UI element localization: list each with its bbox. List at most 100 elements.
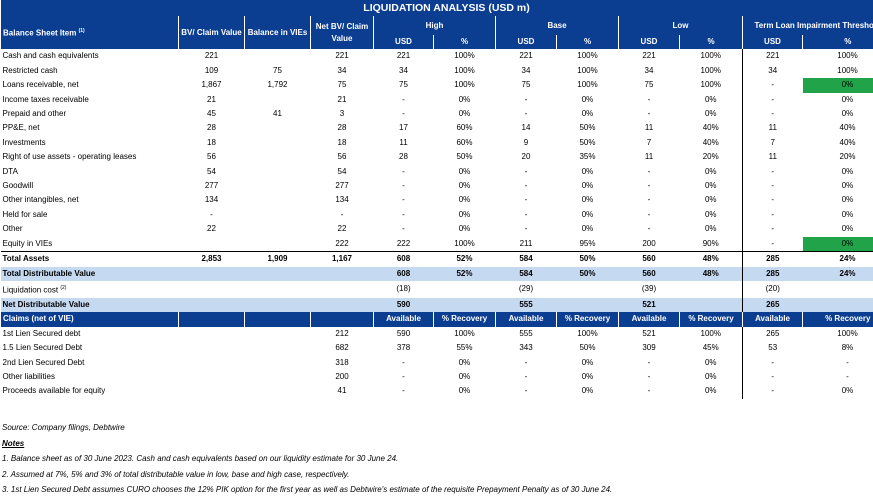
term-pct: 0% <box>803 93 873 107</box>
table-row: Cash and cash equivalents221221221100%22… <box>1 49 873 63</box>
claim-row: 2nd Lien Secured Debt318-0%-0%-0%-- <box>1 356 873 370</box>
table-row: Investments18181160%950%740%740% <box>1 136 873 150</box>
term-pct: 0% <box>803 165 873 179</box>
low-usd: 521 <box>619 298 680 312</box>
bv-value: - <box>179 208 245 222</box>
net-value: 1,167 <box>311 252 374 267</box>
bv-value: 18 <box>179 136 245 150</box>
bv-value: 109 <box>179 64 245 78</box>
col-header-pct: % <box>557 35 619 49</box>
low-usd: 34 <box>619 64 680 78</box>
term-usd: - <box>743 384 803 398</box>
base-pct: 0% <box>557 179 619 193</box>
low-pct: 0% <box>680 179 743 193</box>
term-pct: 0% <box>803 193 873 207</box>
high-usd: (18) <box>374 281 434 298</box>
bv-value <box>179 327 245 341</box>
vie-value: 1,792 <box>245 78 311 92</box>
base-usd: - <box>496 107 557 121</box>
term-pct: 100% <box>803 49 873 63</box>
base-usd: - <box>496 222 557 236</box>
low-pct: 90% <box>680 237 743 252</box>
bv-value <box>179 370 245 384</box>
available-header: Available <box>743 312 803 326</box>
term-pct: 100% <box>803 64 873 78</box>
col-header-net: Net BV/ Claim Value <box>311 16 374 49</box>
col-header-usd: USD <box>619 35 680 49</box>
term-pct: 40% <box>803 136 873 150</box>
vie-value <box>245 327 311 341</box>
row-label: PP&E, net <box>1 121 179 135</box>
liquidation-cost-row: Liquidation cost (2)(18)(29)(39)(20) <box>1 281 873 298</box>
term-usd: - <box>743 179 803 193</box>
low-usd: - <box>619 222 680 236</box>
low-pct: 100% <box>680 78 743 92</box>
col-header-low: Low <box>619 16 743 35</box>
high-pct: 0% <box>434 384 496 398</box>
high-usd: - <box>374 193 434 207</box>
high-pct: 100% <box>434 49 496 63</box>
col-header-bv: BV/ Claim Value <box>179 16 245 49</box>
row-label: Goodwill <box>1 179 179 193</box>
bv-value: 54 <box>179 165 245 179</box>
high-pct: 52% <box>434 252 496 267</box>
bv-value: 45 <box>179 107 245 121</box>
term-usd: 53 <box>743 341 803 355</box>
base-usd: - <box>496 208 557 222</box>
col-header-item: Balance Sheet Item (1) <box>1 16 179 49</box>
base-usd: - <box>496 165 557 179</box>
net-value: - <box>311 208 374 222</box>
net-value: 221 <box>311 49 374 63</box>
low-usd: 521 <box>619 327 680 341</box>
term-usd: - <box>743 93 803 107</box>
base-usd: 221 <box>496 49 557 63</box>
term-pct: 0% <box>803 222 873 236</box>
source-line: Source: Company filings, Debtwire <box>2 420 872 436</box>
net-value: 21 <box>311 93 374 107</box>
high-pct <box>434 281 496 298</box>
term-usd: - <box>743 356 803 370</box>
row-label: Other <box>1 222 179 236</box>
recovery-header: % Recovery <box>803 312 873 326</box>
net-distributable-row: Net Distributable Value590555521265 <box>1 298 873 312</box>
claim-row: Proceeds available for equity41-0%-0%-0%… <box>1 384 873 398</box>
term-usd: 11 <box>743 121 803 135</box>
col-header-vie: Balance in VIEs <box>245 16 311 49</box>
term-usd: - <box>743 165 803 179</box>
net-value: 318 <box>311 356 374 370</box>
total-assets-row: Total Assets2,8531,9091,16760852%58450%5… <box>1 252 873 267</box>
high-usd: - <box>374 107 434 121</box>
high-pct: 0% <box>434 370 496 384</box>
bv-value <box>179 341 245 355</box>
empty-cell <box>245 312 311 326</box>
claims-header-label: Claims (net of VIE) <box>1 312 179 326</box>
liquidation-table: LIQUIDATION ANALYSIS (USD m) Balance She… <box>0 0 873 399</box>
vie-value <box>245 222 311 236</box>
table-row: Other intangibles, net134134-0%-0%-0%-0% <box>1 193 873 207</box>
table-row: Loans receivable, net1,8671,7927575100%7… <box>1 78 873 92</box>
high-pct: 0% <box>434 165 496 179</box>
base-pct: 0% <box>557 165 619 179</box>
term-usd: - <box>743 208 803 222</box>
low-usd: 200 <box>619 237 680 252</box>
low-usd: 11 <box>619 121 680 135</box>
net-value <box>311 298 374 312</box>
base-usd: 211 <box>496 237 557 252</box>
high-pct: 55% <box>434 341 496 355</box>
table-row: Goodwill277277-0%-0%-0%-0% <box>1 179 873 193</box>
base-pct: 95% <box>557 237 619 252</box>
col-header-usd: USD <box>374 35 434 49</box>
low-pct: 0% <box>680 193 743 207</box>
base-pct: 100% <box>557 64 619 78</box>
base-usd: - <box>496 384 557 398</box>
net-value: 34 <box>311 64 374 78</box>
low-pct: 0% <box>680 356 743 370</box>
note-1: 1. Balance sheet as of 30 June 2023. Cas… <box>2 451 872 467</box>
bv-value: 2,853 <box>179 252 245 267</box>
net-value: 200 <box>311 370 374 384</box>
term-usd: - <box>743 237 803 252</box>
table-row: Prepaid and other45413-0%-0%-0%-0% <box>1 107 873 121</box>
bv-value: 21 <box>179 93 245 107</box>
high-pct <box>434 298 496 312</box>
vie-value <box>245 281 311 298</box>
